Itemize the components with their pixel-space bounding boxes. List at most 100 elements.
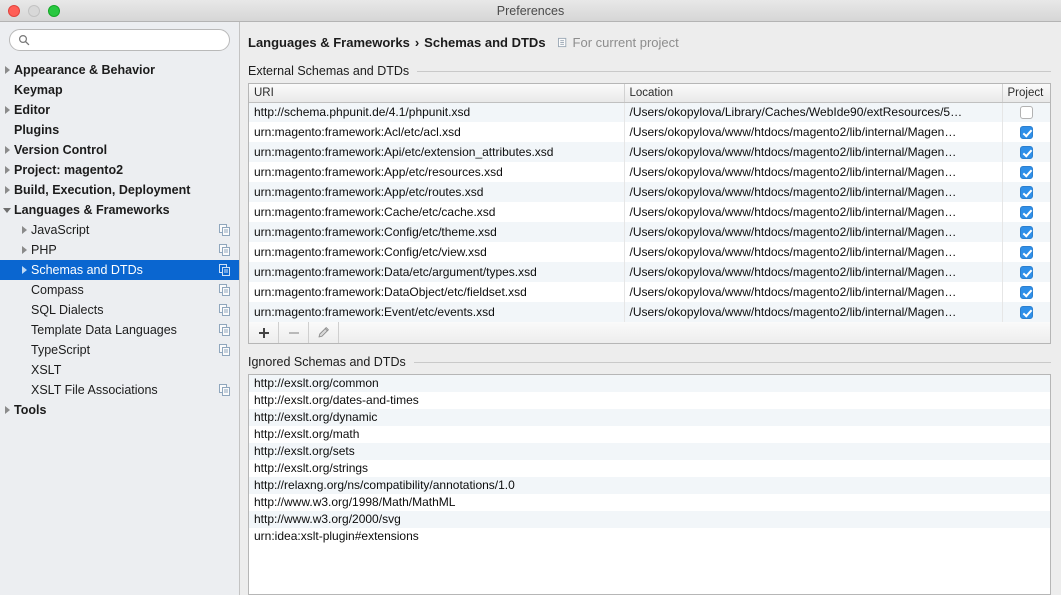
sidebar-item-php[interactable]: PHP [0,240,239,260]
tree-twisty[interactable] [0,166,14,174]
sidebar-item-build-execution-deployment[interactable]: Build, Execution, Deployment [0,180,239,200]
column-header-uri[interactable]: URI [249,84,624,102]
table-row[interactable]: urn:magento:framework:Config/etc/theme.x… [249,222,1050,242]
project-checkbox[interactable] [1020,186,1033,199]
table-row[interactable]: urn:magento:framework:App/etc/routes.xsd… [249,182,1050,202]
list-item[interactable]: http://exslt.org/strings [249,460,1050,477]
sidebar-item-xslt-file-associations[interactable]: XSLT File Associations [0,380,239,400]
sidebar-item-typescript[interactable]: TypeScript [0,340,239,360]
project-checkbox[interactable] [1020,126,1033,139]
project-scope-icon [219,244,231,256]
table-row[interactable]: urn:magento:framework:Config/etc/view.xs… [249,242,1050,262]
cell-project[interactable] [1002,282,1050,302]
tree-twisty[interactable] [0,106,14,114]
cell-project[interactable] [1002,202,1050,222]
search-box[interactable] [9,29,230,51]
column-header-location[interactable]: Location [624,84,1002,102]
project-checkbox[interactable] [1020,206,1033,219]
breadcrumb-parent[interactable]: Languages & Frameworks [248,35,410,50]
ignored-schemas-list: http://exslt.org/commonhttp://exslt.org/… [248,374,1051,595]
cell-project[interactable] [1002,242,1050,262]
project-checkbox[interactable] [1020,246,1033,259]
list-item[interactable]: http://relaxng.org/ns/compatibility/anno… [249,477,1050,494]
cell-project[interactable] [1002,142,1050,162]
cell-project[interactable] [1002,182,1050,202]
tree-twisty[interactable] [0,208,14,213]
search-input[interactable] [35,33,221,47]
cell-location: /Users/okopylova/www/htdocs/magento2/lib… [624,162,1002,182]
list-item[interactable]: http://exslt.org/sets [249,443,1050,460]
project-checkbox[interactable] [1020,286,1033,299]
preferences-body: Appearance & Behavior Keymap EditorPlugins… [0,22,1061,595]
sidebar-item-javascript[interactable]: JavaScript [0,220,239,240]
table-row[interactable]: urn:magento:framework:Cache/etc/cache.xs… [249,202,1050,222]
cell-uri: urn:magento:framework:Acl/etc/acl.xsd [249,122,624,142]
cell-location: /Users/okopylova/www/htdocs/magento2/lib… [624,282,1002,302]
project-checkbox[interactable] [1020,226,1033,239]
section-divider [417,71,1051,72]
table-row[interactable]: urn:magento:framework:Acl/etc/acl.xsd/Us… [249,122,1050,142]
table-row[interactable]: urn:magento:framework:App/etc/resources.… [249,162,1050,182]
tree-twisty[interactable] [0,186,14,194]
settings-sidebar: Appearance & Behavior Keymap EditorPlugins… [0,22,240,595]
tree-twisty[interactable] [17,266,31,274]
list-item[interactable]: urn:idea:xslt-plugin#extensions [249,528,1050,545]
sidebar-item-label: Appearance & Behavior [14,63,231,77]
project-checkbox[interactable] [1020,166,1033,179]
sidebar-item-schemas-and-dtds[interactable]: Schemas and DTDs [0,260,239,280]
cell-location: /Users/okopylova/www/htdocs/magento2/lib… [624,142,1002,162]
table-row[interactable]: urn:magento:framework:Event/etc/events.x… [249,302,1050,322]
plus-icon [258,327,270,339]
breadcrumb-current: Schemas and DTDs [424,35,545,50]
cell-project[interactable] [1002,122,1050,142]
column-header-project[interactable]: Project [1002,84,1050,102]
table-row[interactable]: urn:magento:framework:Api/etc/extension_… [249,142,1050,162]
tree-twisty[interactable] [17,226,31,234]
sidebar-item-template-data-languages[interactable]: Template Data Languages [0,320,239,340]
tree-twisty[interactable] [0,406,14,414]
remove-button[interactable] [279,322,309,343]
tree-twisty[interactable] [0,146,14,154]
tree-twisty[interactable] [17,246,31,254]
add-button[interactable] [249,322,279,343]
project-checkbox[interactable] [1020,146,1033,159]
cell-project[interactable] [1002,162,1050,182]
sidebar-item-project-magento2[interactable]: Project: magento2 [0,160,239,180]
table-row[interactable]: urn:magento:framework:DataObject/etc/fie… [249,282,1050,302]
list-item[interactable]: http://exslt.org/common [249,375,1050,392]
list-item[interactable]: http://exslt.org/math [249,426,1050,443]
chevron-right-icon [5,106,10,114]
sidebar-item-keymap[interactable]: Keymap [0,80,239,100]
sidebar-item-version-control[interactable]: Version Control [0,140,239,160]
cell-project[interactable] [1002,262,1050,282]
sidebar-item-xslt[interactable]: XSLT [0,360,239,380]
list-item[interactable]: http://exslt.org/dynamic [249,409,1050,426]
sidebar-item-compass[interactable]: Compass [0,280,239,300]
scope-indicator: For current project [558,35,679,50]
sidebar-item-plugins[interactable]: Plugins [0,120,239,140]
sidebar-item-appearance-behavior[interactable]: Appearance & Behavior [0,60,239,80]
cell-project[interactable] [1002,102,1050,122]
project-checkbox[interactable] [1020,106,1033,119]
list-item[interactable]: http://www.w3.org/1998/Math/MathML [249,494,1050,511]
project-checkbox[interactable] [1020,306,1033,319]
tree-twisty[interactable] [0,66,14,74]
chevron-right-icon [5,66,10,74]
external-section-title: External Schemas and DTDs [248,64,409,78]
cell-project[interactable] [1002,302,1050,322]
chevron-right-icon [5,406,10,414]
sidebar-item-editor[interactable]: Editor [0,100,239,120]
list-item[interactable]: http://www.w3.org/2000/svg [249,511,1050,528]
sidebar-item-label: Keymap [14,83,231,97]
list-item[interactable]: http://exslt.org/dates-and-times [249,392,1050,409]
sidebar-item-tools[interactable]: Tools [0,400,239,420]
table-row[interactable]: urn:magento:framework:Data/etc/argument/… [249,262,1050,282]
cell-project[interactable] [1002,222,1050,242]
sidebar-item-languages-frameworks[interactable]: Languages & Frameworks [0,200,239,220]
window-title: Preferences [0,4,1061,18]
table-row[interactable]: http://schema.phpunit.de/4.1/phpunit.xsd… [249,102,1050,122]
project-checkbox[interactable] [1020,266,1033,279]
sidebar-item-sql-dialects[interactable]: SQL Dialects [0,300,239,320]
edit-button[interactable] [309,322,339,343]
project-scope-icon [219,264,231,276]
